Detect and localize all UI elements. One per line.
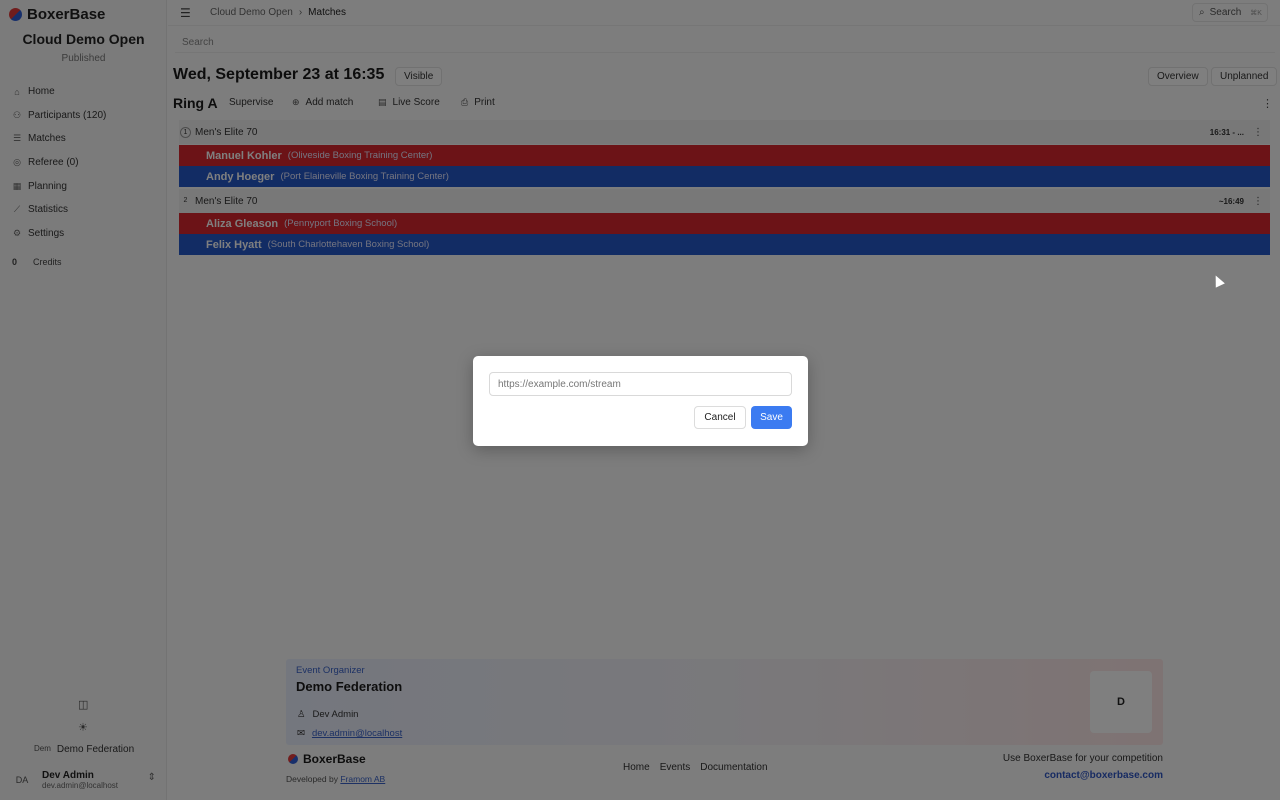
stream-url-input[interactable] [489,372,792,396]
save-button[interactable]: Save [751,406,792,429]
stream-url-dialog: Cancel Save [473,356,808,446]
cancel-button[interactable]: Cancel [694,406,746,429]
